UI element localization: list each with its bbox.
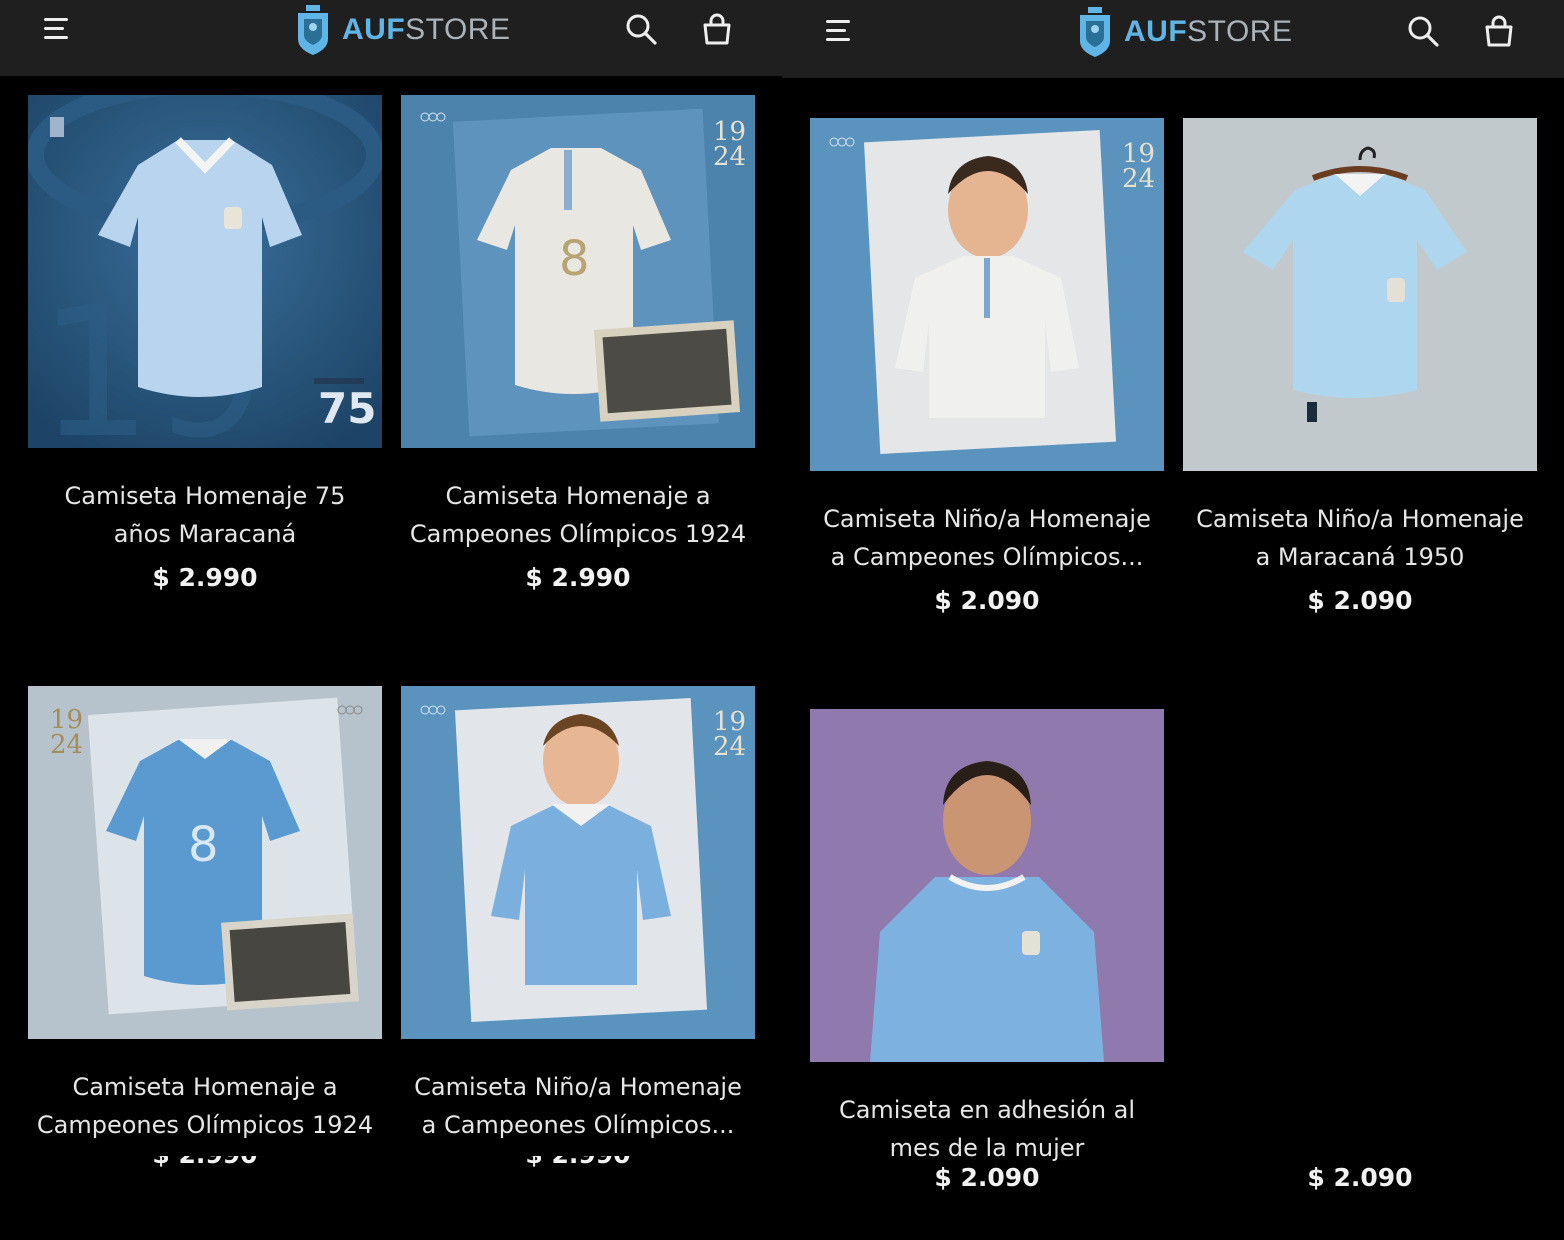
kid-olympic-celeste-image: 19 24 (401, 686, 755, 1039)
product-price: $ 2.990 (401, 1156, 755, 1168)
product-image[interactable]: 19 24 (401, 686, 755, 1039)
auf-shield-icon (1080, 7, 1110, 57)
menu-icon[interactable] (822, 16, 856, 46)
svg-text:8: 8 (559, 231, 590, 287)
header: AUF STORE (782, 0, 1564, 78)
logo-auf-text: AUF (1124, 15, 1188, 48)
product-image[interactable]: 19 24 (810, 118, 1164, 471)
logo-store-text: STORE (1187, 15, 1293, 48)
kid-maracana-jersey-image (1183, 118, 1537, 471)
jersey-maracana-image: 19 75 (28, 95, 382, 448)
auf-shield-icon (298, 5, 328, 55)
product-title-line: a Maracaná 1950 (1255, 543, 1465, 571)
product-image[interactable] (810, 709, 1164, 1062)
product-title[interactable]: Camiseta Homenaje 75 años Maracaná (24, 477, 386, 553)
product-title-line: Camiseta Niño/a Homenaje (1196, 505, 1524, 533)
product-title-line: Camiseta Homenaje 75 (64, 482, 346, 510)
auf-store-logo[interactable]: AUF STORE (296, 2, 510, 58)
svg-text:8: 8 (188, 817, 219, 873)
product-title-line: Camiseta Homenaje a (72, 1073, 338, 1101)
logo-auf-text: AUF (342, 13, 406, 46)
product-price: $ 2.090 (1307, 1163, 1413, 1192)
jersey-olympic-celeste-image: 19 24 8 (28, 686, 382, 1039)
header: AUF STORE (0, 0, 782, 76)
product-title-line: años Maracaná (113, 520, 297, 548)
shopping-bag-icon[interactable] (1482, 14, 1516, 48)
product-title-line: a Campeones Olímpicos... (830, 543, 1144, 571)
product-price: $ 2.990 (152, 563, 258, 592)
year-24-text: 24 (713, 732, 746, 762)
auf-store-logo[interactable]: AUF STORE (1078, 4, 1292, 60)
search-icon[interactable] (1406, 14, 1440, 48)
jersey-olympic-white-image: 19 24 8 (401, 95, 755, 448)
logo-store-text: STORE (405, 13, 511, 46)
product-title-line: Campeones Olímpicos 1924 (36, 1111, 374, 1139)
product-title[interactable]: Camiseta Homenaje a Campeones Olímpicos … (397, 477, 759, 553)
product-title[interactable]: Camiseta Homenaje a Campeones Olímpicos … (24, 1068, 386, 1144)
product-title[interactable]: Camiseta Niño/a Homenaje a Maracaná 1950 (1179, 500, 1541, 576)
product-title-line: Camiseta Niño/a Homenaje (823, 505, 1151, 533)
product-title[interactable]: Camiseta Niño/a Homenaje a Campeones Olí… (806, 500, 1168, 576)
product-title[interactable]: Camiseta Niño/a Homenaje a Campeones Olí… (397, 1068, 759, 1144)
product-image[interactable] (1183, 118, 1537, 471)
product-title-line: mes de la mujer (889, 1134, 1085, 1162)
product-title[interactable]: Camiseta en adhesión al mes de la mujer (806, 1091, 1168, 1167)
product-price: $ 2.990 (28, 1156, 382, 1168)
product-price: $ 2.090 (934, 1163, 1040, 1192)
badge-75-text: 75 (318, 384, 376, 433)
shopping-bag-icon[interactable] (700, 12, 734, 46)
product-title-line: a Campeones Olímpicos... (421, 1111, 735, 1139)
right-screen: AUF STORE 19 24 Camiseta Niño/a Homenaje… (782, 0, 1564, 1240)
product-image-placeholder[interactable] (1183, 709, 1537, 1062)
player-jersey-image (810, 709, 1164, 1062)
product-price: $ 2.090 (934, 586, 1040, 615)
product-price: $ 2.090 (1307, 586, 1413, 615)
product-price: $ 2.990 (525, 563, 631, 592)
search-icon[interactable] (624, 12, 658, 46)
product-title-line: Campeones Olímpicos 1924 (409, 520, 747, 548)
product-title-line: Camiseta Homenaje a (445, 482, 711, 510)
product-title-line: Camiseta en adhesión al (838, 1096, 1136, 1124)
year-24-text: 24 (1122, 164, 1155, 194)
left-screen: AUF STORE 19 (0, 0, 782, 1240)
year-24-text: 24 (50, 730, 83, 760)
product-image[interactable]: 19 75 (28, 95, 382, 448)
product-image[interactable]: 19 24 8 (401, 95, 755, 448)
menu-icon[interactable] (40, 14, 74, 44)
year-24-text: 24 (713, 142, 746, 172)
product-image[interactable]: 19 24 8 (28, 686, 382, 1039)
kid-olympic-white-image: 19 24 (810, 118, 1164, 471)
product-title-line: Camiseta Niño/a Homenaje (414, 1073, 742, 1101)
